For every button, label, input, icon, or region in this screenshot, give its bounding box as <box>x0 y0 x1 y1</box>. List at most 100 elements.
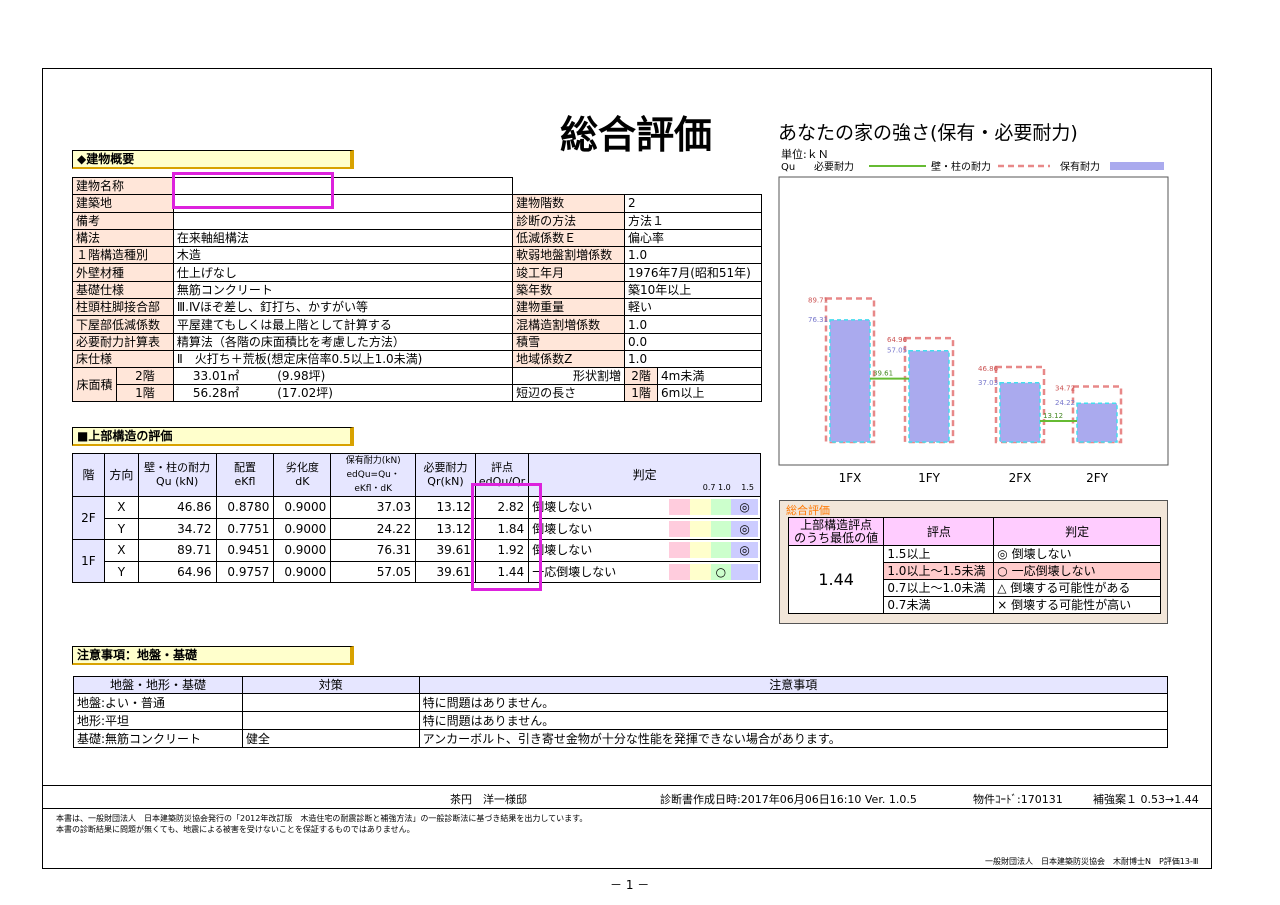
edqu-label: 24.22 <box>1055 399 1075 407</box>
chart-title: あなたの家の強さ(保有・必要耐力) <box>778 122 1078 144</box>
shape-label: 形状割増 <box>512 367 626 386</box>
short-floor: 1階 <box>624 384 658 403</box>
level-seg <box>669 499 690 516</box>
building-label: 構法 <box>72 228 174 248</box>
building-value: 1.0 <box>624 246 762 265</box>
building-value: 1976年7月(昭和51年) <box>624 263 762 282</box>
summary-judge: ◎ 倒壊しない <box>993 545 1161 563</box>
legend-edqu-swatch <box>1110 162 1164 170</box>
footer-reinforce: 補強案１ 0.53→1.44 <box>1093 793 1199 806</box>
edqu-label: 76.31 <box>808 316 828 324</box>
row-dir: X <box>103 496 139 519</box>
level-mark: ◎ <box>739 521 750 536</box>
qu-label: 64.96 <box>887 336 908 344</box>
row-edqu: 37.03 <box>330 496 417 519</box>
summary-box: 総合評価 上部構造評点 のうち最低の値 評点 判定 1.44 1.5以上 ◎ 倒壊し… <box>779 500 1168 624</box>
level-seg: ◎ <box>731 499 759 516</box>
category-label: 2FY <box>1086 471 1109 485</box>
row-dk: 0.9000 <box>273 517 332 540</box>
notes-header: 対策 <box>241 676 420 694</box>
notes-cell: 特に問題はありません。 <box>418 693 1169 712</box>
building-value: 軽い <box>624 298 762 317</box>
notes-cell: アンカーボルト、引き寄せ金物が十分な性能を発揮できない場合があります。 <box>418 729 1169 748</box>
th-judge-label: 判定 <box>632 468 657 482</box>
building-label: 外壁材種 <box>72 263 174 282</box>
notes-cell: 地盤:よい・普通 <box>73 693 243 712</box>
th-edqu: 保有耐力(kN) edQu=Qu・eKfl・dK <box>330 453 417 497</box>
building-label: 低減係数Ｅ <box>512 228 626 248</box>
row-ekfl: 0.8780 <box>215 496 275 519</box>
building-label: 建物階数 <box>512 194 626 213</box>
row-edqu: 24.22 <box>330 517 417 540</box>
row-judge: 倒壊しない <box>528 539 668 562</box>
building-value: 木造 <box>172 246 514 265</box>
level-seg <box>710 499 732 516</box>
page-title: 総合評価 <box>560 112 713 157</box>
notes-cell <box>241 711 420 730</box>
level-seg <box>689 520 711 537</box>
floor-1-tsubo: (17.02坪) <box>277 386 333 401</box>
row-level-bar: ○ <box>667 560 762 583</box>
row-dk: 0.9000 <box>273 560 332 583</box>
floor-1-m2: 56.28㎡ <box>192 386 240 401</box>
building-table: 建物名称 建築地 建物階数 2 備考 診断の方法 方法１ 構法 在来軸組構法 低減係数Ｅ 偏心率 １階… <box>72 176 762 403</box>
category-label: 2FX <box>1009 471 1032 485</box>
building-section-header: ◆建物概要 <box>72 150 354 169</box>
edqu-bar <box>829 319 871 443</box>
footer-code: 物件ｺｰﾄﾞ:170131 <box>973 793 1063 806</box>
edqu-bar <box>908 349 950 443</box>
summary-table: 上部構造評点 のうち最低の値 評点 判定 1.44 1.5以上 ◎ 倒壊しない 1.0… <box>787 517 1161 614</box>
row-qu: 64.96 <box>137 560 217 583</box>
level-seg <box>689 499 711 516</box>
level-mark: ○ <box>715 564 727 579</box>
row-edqu: 76.31 <box>330 539 417 562</box>
building-value: 精算法（各階の床面積比を考慮した方法） <box>172 332 514 351</box>
legend-qu-label: 壁・柱の耐力 <box>931 160 991 173</box>
th-judge: 判定 0.7 1.0 1.5 <box>528 453 761 497</box>
th-ekfl: 配置 eKfl <box>215 453 275 497</box>
notes-cell: 特に問題はありません。 <box>418 711 1169 730</box>
row-judge: 倒壊しない <box>528 496 668 519</box>
row-dk: 0.9000 <box>273 539 332 562</box>
qr-label: 39.61 <box>873 370 893 378</box>
blank-cell <box>512 177 762 196</box>
row-ekfl: 0.7751 <box>215 517 275 540</box>
building-label: 床仕様 <box>72 349 174 369</box>
building-label: 必要耐力計算表 <box>72 332 174 351</box>
notes-header: 注意事項 <box>418 676 1169 694</box>
edqu-bar <box>999 382 1041 443</box>
summary-judge: △ 倒壊する可能性がある <box>993 579 1161 597</box>
summary-h3: 判定 <box>993 517 1161 546</box>
edqu-label: 57.05 <box>887 347 907 355</box>
building-value: 在来軸組構法 <box>172 228 514 248</box>
building-label: 積雪 <box>512 332 626 351</box>
th-qr: 必要耐力 Qr(kN) <box>415 453 476 497</box>
floor-1-label: 1階 <box>115 384 174 403</box>
th-dir: 方向 <box>103 453 139 497</box>
building-value <box>172 211 514 230</box>
building-value: 仕上げなし <box>172 263 514 282</box>
notes-cell: 地形:平坦 <box>73 711 243 730</box>
notes-table: 地盤・地形・基礎 対策 注意事項 地盤:よい・普通 特に問題はありません。 地形:平坦 特に… <box>73 676 1169 748</box>
level-seg <box>669 563 690 580</box>
score-highlight <box>471 483 542 591</box>
notes-cell: 基礎:無筋コンクリート <box>73 729 243 748</box>
floor-2-area: 33.01㎡ (9.98坪) <box>172 367 514 386</box>
notes-cell: 健全 <box>241 729 420 748</box>
edqu-label: 37.03 <box>978 379 998 387</box>
building-label: 建物名称 <box>72 176 174 196</box>
row-dir: X <box>103 539 139 562</box>
building-label: １階構造種別 <box>72 246 174 265</box>
upper-table: 階 方向 壁・柱の耐力 Qu (kN) 配置 eKfl 劣化度 dK 保有耐力(… <box>72 453 762 583</box>
summary-judge: × 倒壊する可能性が高い <box>993 596 1161 614</box>
building-value: 無筋コンクリート <box>172 280 514 300</box>
building-value: 1.0 <box>624 315 762 334</box>
floor-1-area: 56.28㎡ (17.02坪) <box>172 384 514 403</box>
edqu-bar <box>1076 402 1118 443</box>
building-label: 建物重量 <box>512 298 626 317</box>
level-seg <box>689 563 711 580</box>
row-level-bar: ◎ <box>667 539 762 562</box>
footer-note-2: 本書の診断結果に問題が無くても、地震による被害を受けないことを保証するものではあ… <box>56 825 415 834</box>
row-qu: 89.71 <box>137 539 217 562</box>
level-seg <box>710 542 732 559</box>
